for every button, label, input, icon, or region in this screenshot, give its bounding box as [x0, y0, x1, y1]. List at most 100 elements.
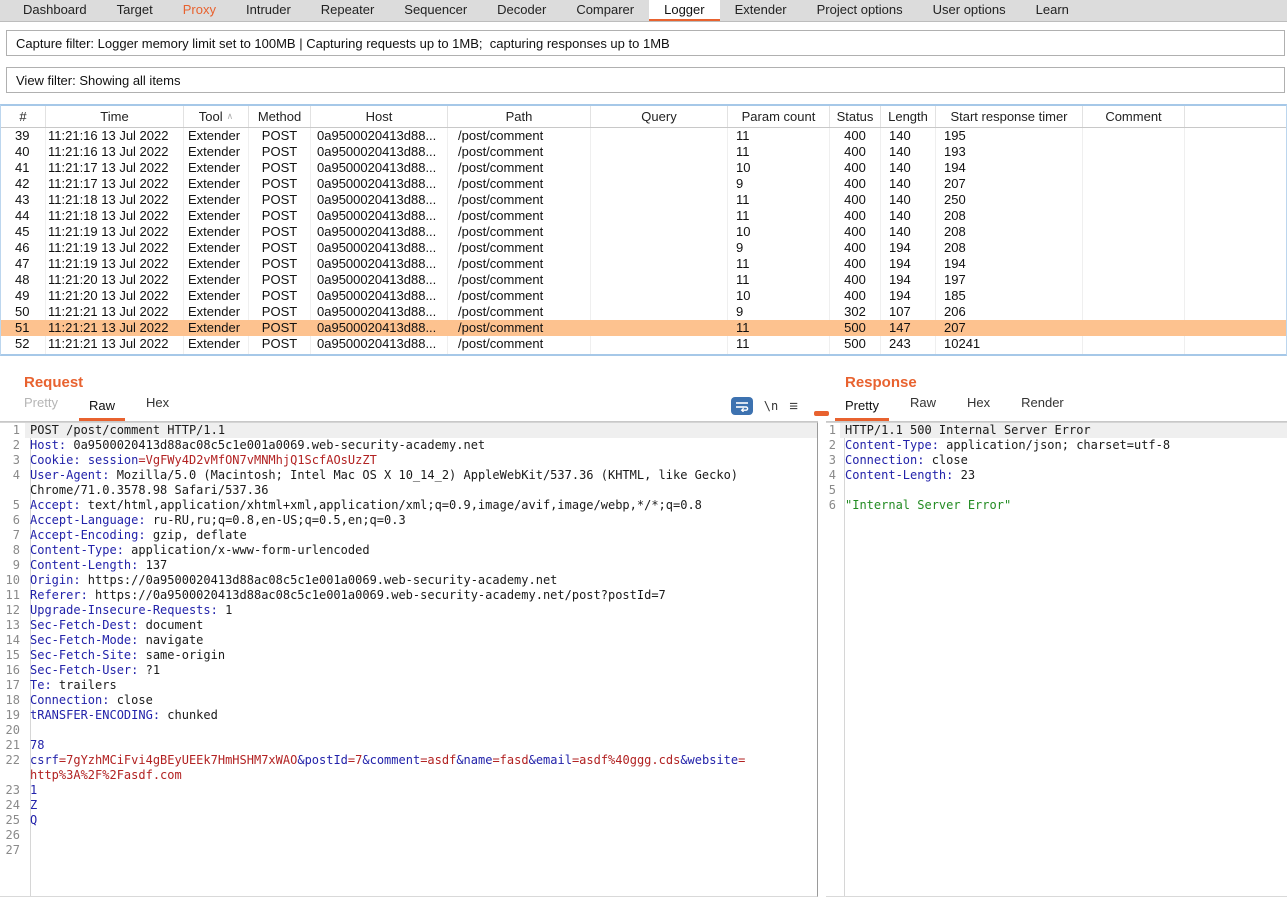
cell-status: 302	[830, 304, 881, 320]
request-line-2: 2Host: 0a9500020413d88ac08c5c1e001a0069.…	[0, 438, 817, 453]
editor-menu-icon[interactable]: ≡	[789, 399, 798, 414]
menu-item-target[interactable]: Target	[102, 0, 168, 21]
log-row-45[interactable]: 4511:21:19 13 Jul 2022ExtenderPOST0a9500…	[1, 224, 1286, 240]
log-row-53[interactable]: 5311:21:22 13 Jul 2022ExtenderPOST0a9500…	[1, 352, 1286, 356]
log-row-40[interactable]: 4011:21:16 13 Jul 2022ExtenderPOST0a9500…	[1, 144, 1286, 160]
log-row-39[interactable]: 3911:21:16 13 Jul 2022ExtenderPOST0a9500…	[1, 128, 1286, 144]
menu-item-intruder[interactable]: Intruder	[231, 0, 306, 21]
line-content: Cookie: session=VgFWy4D2vMfON7vMNMhjQ1Sc…	[25, 453, 817, 468]
response-tab-pretty[interactable]: Pretty	[835, 398, 889, 421]
line-number	[0, 483, 25, 498]
log-table: #TimeTool∧MethodHostPathQueryParam count…	[0, 104, 1287, 356]
menu-item-decoder[interactable]: Decoder	[482, 0, 561, 21]
cell-method: POST	[249, 320, 311, 336]
cell-host: 0a9500020413d88...	[311, 320, 448, 336]
request-editor-lines: 1POST /post/comment HTTP/1.12Host: 0a950…	[0, 423, 817, 858]
cell-time: 11:21:17 13 Jul 2022	[46, 176, 184, 192]
line-content: Sec-Fetch-Site: same-origin	[25, 648, 817, 663]
cell-start-response-timer: 250	[936, 192, 1083, 208]
menu-item-extender[interactable]: Extender	[720, 0, 802, 21]
cell-tool: Extender	[184, 336, 249, 352]
column-header-tool[interactable]: Tool∧	[184, 106, 249, 127]
cell-tool: Extender	[184, 176, 249, 192]
cell-tool: Extender	[184, 240, 249, 256]
wrap-lines-icon[interactable]	[731, 397, 753, 415]
cell-method: POST	[249, 160, 311, 176]
menu-item-dashboard[interactable]: Dashboard	[8, 0, 102, 21]
cell-num: 41	[1, 160, 46, 176]
request-line-10: 10Origin: https://0a9500020413d88ac08c5c…	[0, 573, 817, 588]
menu-item-user-options[interactable]: User options	[918, 0, 1021, 21]
response-tab-raw[interactable]: Raw	[900, 395, 946, 421]
log-row-52[interactable]: 5211:21:21 13 Jul 2022ExtenderPOST0a9500…	[1, 336, 1286, 352]
cell-length: 140	[881, 208, 936, 224]
cell-comment	[1083, 256, 1185, 272]
newline-icon[interactable]: \n	[764, 399, 778, 413]
line-number: 5	[826, 483, 840, 498]
cell-time: 11:21:17 13 Jul 2022	[46, 160, 184, 176]
request-line-wrap-23: http%3A%2F%2Fasdf.com	[0, 768, 817, 783]
cell-length: 140	[881, 224, 936, 240]
cell-param-count: 11	[728, 144, 830, 160]
request-line-22: 22csrf=7gYzhMCiFvi4gBEyUEEk7HmHSHM7xWAO&…	[0, 753, 817, 768]
cell-start-response-timer: 222	[936, 352, 1083, 356]
menu-item-comparer[interactable]: Comparer	[561, 0, 649, 21]
column-header-time[interactable]: Time	[46, 106, 184, 127]
log-row-41[interactable]: 4111:21:17 13 Jul 2022ExtenderPOST0a9500…	[1, 160, 1286, 176]
request-tab-hex[interactable]: Hex	[136, 395, 179, 421]
menu-item-sequencer[interactable]: Sequencer	[389, 0, 482, 21]
line-content: Chrome/71.0.3578.98 Safari/537.36	[25, 483, 817, 498]
column-header-start-response-timer[interactable]: Start response timer	[936, 106, 1083, 127]
request-line-23: 231	[0, 783, 817, 798]
cell-status: 400	[830, 160, 881, 176]
line-number: 20	[0, 723, 25, 738]
response-tab-hex[interactable]: Hex	[957, 395, 1000, 421]
pane-divider[interactable]	[818, 362, 826, 900]
cell-num: 47	[1, 256, 46, 272]
message-panes: Request PrettyRawHex \n ≡ 1POST /post/co…	[0, 362, 1287, 900]
cell-comment	[1083, 192, 1185, 208]
menu-item-logger[interactable]: Logger	[649, 0, 719, 21]
column-header-host[interactable]: Host	[311, 106, 448, 127]
log-row-44[interactable]: 4411:21:18 13 Jul 2022ExtenderPOST0a9500…	[1, 208, 1286, 224]
column-header-status[interactable]: Status	[830, 106, 881, 127]
column-header-path[interactable]: Path	[448, 106, 591, 127]
column-header--[interactable]: #	[1, 106, 46, 127]
capture-filter-bar[interactable]: Capture filter: Logger memory limit set …	[6, 30, 1285, 56]
request-editor[interactable]: 1POST /post/comment HTTP/1.12Host: 0a950…	[0, 422, 818, 897]
log-row-47[interactable]: 4711:21:19 13 Jul 2022ExtenderPOST0a9500…	[1, 256, 1286, 272]
cell-path: /post/comment	[448, 352, 591, 356]
cell-method: POST	[249, 176, 311, 192]
log-row-46[interactable]: 4611:21:19 13 Jul 2022ExtenderPOST0a9500…	[1, 240, 1286, 256]
cell-path: /post/comment	[448, 208, 591, 224]
request-tab-raw[interactable]: Raw	[79, 398, 125, 421]
cell-num: 45	[1, 224, 46, 240]
log-row-49[interactable]: 4911:21:20 13 Jul 2022ExtenderPOST0a9500…	[1, 288, 1286, 304]
line-content: Origin: https://0a9500020413d88ac08c5c1e…	[25, 573, 817, 588]
menu-item-repeater[interactable]: Repeater	[306, 0, 389, 21]
column-header-length[interactable]: Length	[881, 106, 936, 127]
cell-status: 500	[830, 320, 881, 336]
request-tab-pretty[interactable]: Pretty	[14, 395, 68, 421]
log-row-51[interactable]: 5111:21:21 13 Jul 2022ExtenderPOST0a9500…	[1, 320, 1286, 336]
menu-item-proxy[interactable]: Proxy	[168, 0, 231, 21]
view-filter-bar[interactable]: View filter: Showing all items	[6, 67, 1285, 93]
cell-host: 0a9500020413d88...	[311, 272, 448, 288]
response-tab-render[interactable]: Render	[1011, 395, 1074, 421]
menu-item-project-options[interactable]: Project options	[802, 0, 918, 21]
log-row-42[interactable]: 4211:21:17 13 Jul 2022ExtenderPOST0a9500…	[1, 176, 1286, 192]
line-content: Z	[25, 798, 817, 813]
column-header-comment[interactable]: Comment	[1083, 106, 1185, 127]
column-header-param-count[interactable]: Param count	[728, 106, 830, 127]
response-editor[interactable]: 1HTTP/1.1 500 Internal Server Error2Cont…	[826, 422, 1287, 897]
cell-tool: Extender	[184, 144, 249, 160]
request-line-5: 5Accept: text/html,application/xhtml+xml…	[0, 498, 817, 513]
column-header-query[interactable]: Query	[591, 106, 728, 127]
cell-tool: Extender	[184, 208, 249, 224]
column-header-method[interactable]: Method	[249, 106, 311, 127]
log-row-50[interactable]: 5011:21:21 13 Jul 2022ExtenderPOST0a9500…	[1, 304, 1286, 320]
log-row-43[interactable]: 4311:21:18 13 Jul 2022ExtenderPOST0a9500…	[1, 192, 1286, 208]
menu-item-learn[interactable]: Learn	[1021, 0, 1084, 21]
cell-host: 0a9500020413d88...	[311, 192, 448, 208]
log-row-48[interactable]: 4811:21:20 13 Jul 2022ExtenderPOST0a9500…	[1, 272, 1286, 288]
